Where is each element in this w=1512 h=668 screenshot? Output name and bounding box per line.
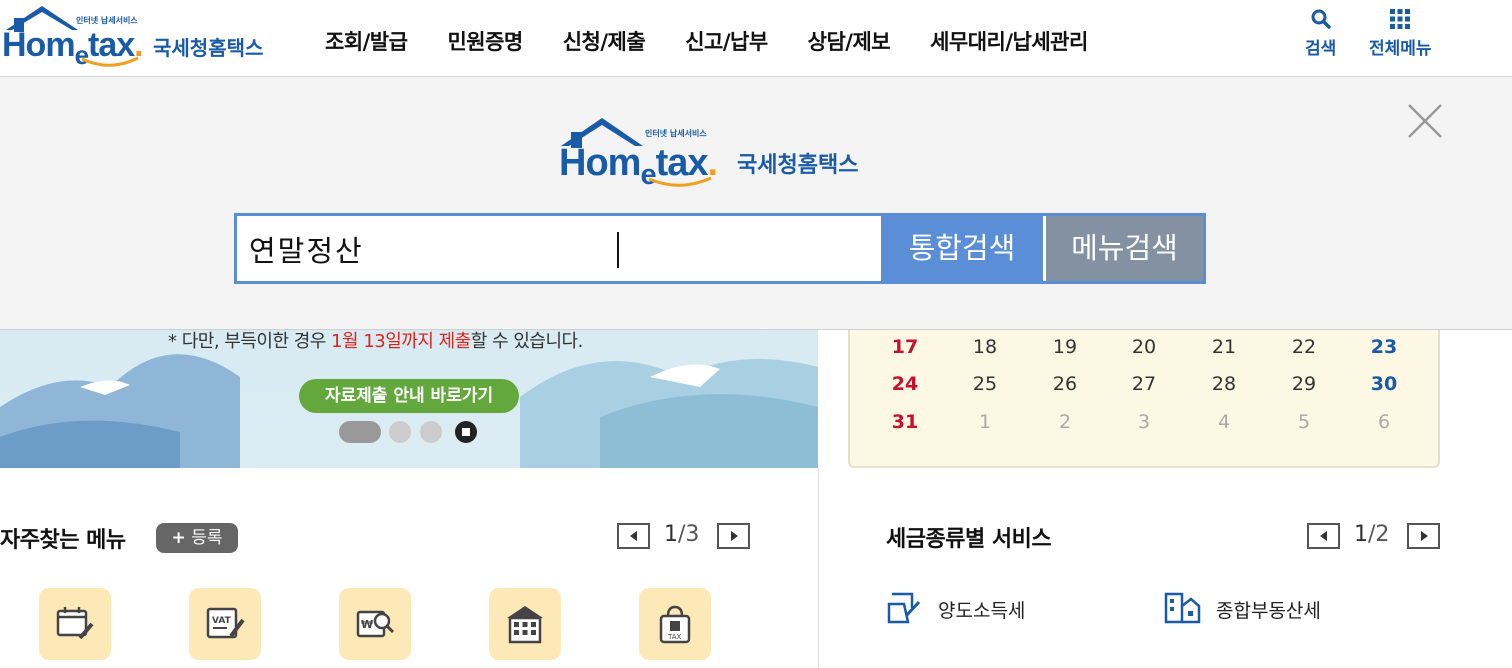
register-label: 등록 bbox=[191, 528, 223, 548]
frequent-menu-title: 자주찾는 메뉴 bbox=[0, 528, 126, 553]
text-cursor bbox=[617, 232, 619, 268]
vat-doc-icon: VAT bbox=[206, 607, 245, 639]
calendar-day[interactable]: 18 bbox=[965, 336, 1005, 358]
calendar-day[interactable]: 19 bbox=[1045, 336, 1085, 358]
chevron-right-icon bbox=[730, 531, 738, 541]
search-icon bbox=[1311, 9, 1331, 29]
calendar-day[interactable]: 27 bbox=[1124, 373, 1164, 395]
svg-text:TAX: TAX bbox=[667, 633, 682, 641]
slide-indicator-3[interactable] bbox=[420, 421, 442, 443]
calendar-day[interactable]: 5 bbox=[1284, 411, 1324, 433]
overlay-logo-korean: 국세청홈택스 bbox=[737, 153, 859, 178]
quick-menu-calendar[interactable] bbox=[39, 588, 111, 660]
calendar-day[interactable]: 1 bbox=[965, 411, 1005, 433]
calendar-edit-icon bbox=[56, 607, 94, 640]
tax-page-indicator: 1/2 bbox=[1354, 522, 1390, 547]
tax-prev-page-button[interactable] bbox=[1307, 523, 1340, 549]
column-divider bbox=[818, 468, 819, 668]
search-input[interactable] bbox=[237, 216, 877, 281]
calendar-day[interactable]: 21 bbox=[1204, 336, 1244, 358]
search-box: 통합검색 메뉴검색 bbox=[234, 213, 1206, 284]
logo-korean: 국세청홈택스 bbox=[153, 36, 264, 60]
submission-guide-button[interactable]: 자료제출 안내 바로가기 bbox=[299, 379, 519, 413]
slide-indicator-1[interactable] bbox=[339, 421, 381, 443]
logo-tagline: 인터넷 납세서비스 bbox=[76, 16, 138, 25]
calendar-day[interactable]: 31 bbox=[885, 411, 925, 433]
calendar-day[interactable]: 22 bbox=[1284, 336, 1324, 358]
calendar-day[interactable]: 2 bbox=[1045, 411, 1085, 433]
tax-next-page-button[interactable] bbox=[1407, 523, 1440, 549]
service-comprehensive-real-estate-tax[interactable]: 종합부동산세 bbox=[1216, 596, 1321, 623]
quick-menu-won-search[interactable]: ₩ bbox=[339, 588, 411, 660]
gnb-tax-agent[interactable]: 세무대리/납세관리 bbox=[930, 26, 1088, 56]
calendar-day[interactable]: 29 bbox=[1284, 373, 1324, 395]
tax-service-title: 세금종류별 서비스 bbox=[886, 527, 1052, 552]
transfer-income-tax-icon bbox=[887, 592, 921, 624]
logo-swoosh bbox=[648, 176, 712, 187]
search-overlay bbox=[0, 77, 1512, 330]
logo-swoosh bbox=[81, 56, 139, 67]
svg-text:₩: ₩ bbox=[361, 618, 373, 631]
site-header: 인터넷 납세서비스 Hometax. 국세청홈택스 조회/발급 민원증명 신청/… bbox=[0, 0, 1512, 77]
calendar-day[interactable]: 24 bbox=[885, 373, 925, 395]
all-menu-label: 전체메뉴 bbox=[1369, 39, 1432, 59]
search-label: 검색 bbox=[1305, 39, 1337, 59]
calendar-day[interactable]: 4 bbox=[1204, 411, 1244, 433]
calendar-day[interactable]: 20 bbox=[1124, 336, 1164, 358]
integrated-search-button[interactable]: 통합검색 bbox=[881, 216, 1043, 281]
frequent-page-indicator: 1/3 bbox=[664, 522, 700, 547]
quick-menu-tax-bag[interactable]: TAX bbox=[639, 588, 711, 660]
calendar-day[interactable]: 17 bbox=[885, 336, 925, 358]
overlay-hometax-logo: 인터넷 납세서비스 Hometax. 국세청홈택스 bbox=[557, 116, 887, 192]
register-menu-button[interactable]: + 등록 bbox=[156, 523, 238, 553]
chevron-left-icon bbox=[629, 531, 637, 541]
tax-bag-icon: TAX bbox=[659, 605, 691, 644]
building-icon bbox=[507, 606, 543, 644]
banner-notice: * 다만, 부득이한 경우 1월 13일까지 제출할 수 있습니다. bbox=[168, 331, 583, 352]
overlay-logo-tagline: 인터넷 납세서비스 bbox=[645, 129, 707, 138]
chevron-right-icon bbox=[1420, 531, 1428, 541]
svg-text:VAT: VAT bbox=[212, 616, 232, 626]
menu-search-button[interactable]: 메뉴검색 bbox=[1046, 216, 1203, 281]
calendar-day[interactable]: 28 bbox=[1204, 373, 1244, 395]
real-estate-tax-icon bbox=[1164, 592, 1201, 624]
prev-page-button[interactable] bbox=[617, 523, 650, 549]
all-menu-button[interactable]: 전체메뉴 bbox=[1369, 8, 1432, 59]
slide-indicator-2[interactable] bbox=[389, 421, 411, 443]
gnb-apply-submit[interactable]: 신청/제출 bbox=[563, 26, 646, 56]
global-nav: 조회/발급 민원증명 신청/제출 신고/납부 상담/제보 세무대리/납세관리 bbox=[325, 26, 1088, 56]
gnb-civil-certificate[interactable]: 민원증명 bbox=[447, 26, 523, 56]
gnb-report-pay[interactable]: 신고/납부 bbox=[685, 26, 768, 56]
calendar-day[interactable]: 6 bbox=[1364, 411, 1404, 433]
hometax-logo[interactable]: 인터넷 납세서비스 Hometax. 국세청홈택스 bbox=[0, 4, 270, 70]
grid-menu-icon bbox=[1390, 9, 1411, 29]
calendar-day[interactable]: 3 bbox=[1124, 411, 1164, 433]
chevron-left-icon bbox=[1319, 531, 1327, 541]
calendar-day[interactable]: 25 bbox=[965, 373, 1005, 395]
calendar-day[interactable]: 30 bbox=[1364, 373, 1404, 395]
calendar-day[interactable]: 26 bbox=[1045, 373, 1085, 395]
quick-menu-vat[interactable]: VAT bbox=[189, 588, 261, 660]
plus-icon: + bbox=[171, 528, 186, 548]
gnb-inquiry-issue[interactable]: 조회/발급 bbox=[325, 26, 408, 56]
next-page-button[interactable] bbox=[717, 523, 750, 549]
close-icon[interactable] bbox=[1406, 102, 1444, 140]
calendar-day[interactable]: 23 bbox=[1364, 336, 1404, 358]
service-transfer-income-tax[interactable]: 양도소득세 bbox=[938, 596, 1025, 623]
pause-icon[interactable] bbox=[455, 421, 477, 443]
quick-menu-building[interactable] bbox=[489, 588, 561, 660]
search-button[interactable]: 검색 bbox=[1305, 8, 1336, 59]
won-search-icon: ₩ bbox=[356, 610, 395, 638]
gnb-consult-tipoff[interactable]: 상담/제보 bbox=[808, 26, 891, 56]
